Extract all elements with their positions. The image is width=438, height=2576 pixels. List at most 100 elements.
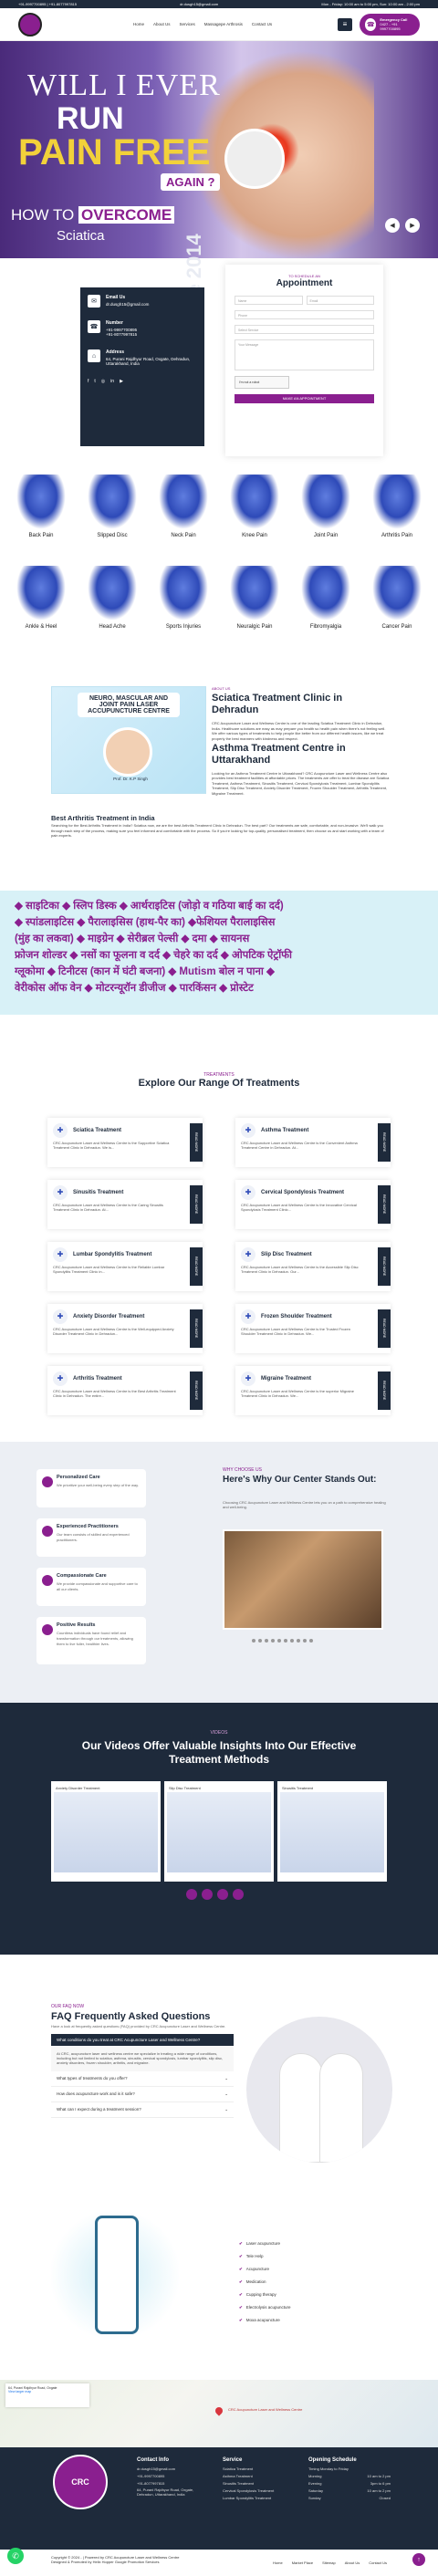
read-more-button[interactable]: READ MORE [378,1185,391,1224]
instagram-icon[interactable]: ◎ [101,379,105,384]
faq-question[interactable]: What can I expect during a treatment ses… [51,2102,234,2118]
read-more-button[interactable]: READ MORE [378,1371,391,1410]
next-icon[interactable] [202,1889,213,1900]
email-field[interactable]: Email [306,296,374,305]
dot[interactable] [284,1639,287,1643]
dot[interactable] [309,1639,313,1643]
menu-icon[interactable]: ≡ [338,17,352,31]
treatment-card[interactable]: ✚ Asthma Treatment CRC Acupuncture Laser a… [235,1118,391,1167]
treatment-card[interactable]: ✚ Migraine Treatment CRC Acupuncture Laser… [235,1366,391,1415]
footer-link[interactable]: About Us [345,2560,360,2565]
credit-text[interactable]: Designed & Promoted by Helix Hopper Goog… [51,2560,179,2564]
footer-service-link[interactable]: Cervical Spondylosis Treatment [223,2487,296,2495]
treatment-card[interactable]: ✚ Sinusitis Treatment CRC Acupuncture Lase… [47,1180,203,1229]
footer-phone[interactable]: +91-8077997815 [137,2480,210,2487]
footer-link[interactable]: Sitemap [322,2560,336,2565]
contact-email[interactable]: dr.dusgh15@gmail.com [106,302,149,307]
condition-item[interactable]: Neck Pain [151,475,215,538]
treatment-card[interactable]: ✚ Sciatica Treatment CRC Acupuncture Laser… [47,1118,203,1167]
video-thumbnail[interactable] [54,1792,158,1872]
dot[interactable] [297,1639,300,1643]
read-more-button[interactable]: READ MORE [190,1123,203,1162]
next-arrow-icon[interactable]: ▶ [405,218,420,233]
read-more-button[interactable]: READ MORE [190,1185,203,1224]
read-more-button[interactable]: READ MORE [378,1247,391,1286]
nav-home[interactable]: Home [133,22,144,26]
dot[interactable] [252,1639,256,1643]
footer-link[interactable]: Contact Us [369,2560,387,2565]
dot[interactable] [303,1639,307,1643]
read-more-button[interactable]: READ MORE [190,1247,203,1286]
footer-service-link[interactable]: Asthma Treatment [223,2473,296,2480]
message-field[interactable]: Your Message [235,339,374,370]
footer-link[interactable]: Market Place [292,2560,313,2565]
condition-item[interactable]: Ankle & Heel [9,566,73,630]
play-icon[interactable] [217,1889,228,1900]
treatment-card[interactable]: ✚ Arthritis Treatment CRC Acupuncture Lase… [47,1366,203,1415]
make-appointment-button[interactable]: MAKE AN APPOINTMENT [235,394,374,403]
map-pin-icon[interactable] [214,2405,224,2416]
footer-service-link[interactable]: Sinusitis Treatment [223,2480,296,2487]
treatment-card[interactable]: ✚ Cervical Spondylosis Treatment CRC Acupu… [235,1180,391,1229]
emergency-call-button[interactable]: ☎ Emergency Call 0427 - +91 9997700895 [360,13,420,36]
footer-service-link[interactable]: Lumbar Spondylitis Treatment [223,2495,296,2502]
youtube-icon[interactable]: ▶ [120,379,123,384]
condition-item[interactable]: Joint Pain [294,475,358,538]
view-larger-map-link[interactable]: View larger map [8,2390,87,2393]
footer-phone[interactable]: +91-9997700895 [137,2473,210,2480]
nav-services[interactable]: Services [180,22,195,26]
nav-contact[interactable]: Contact Us [252,22,272,26]
dot[interactable] [265,1639,268,1643]
name-field[interactable]: Name [235,296,303,305]
condition-item[interactable]: Arthritis Pain [365,475,429,538]
condition-item[interactable]: Slipped Disc [80,475,144,538]
faq-question[interactable]: What types of treatments do you offer? ⌄ [51,2071,234,2087]
twitter-icon[interactable]: t [94,379,95,384]
video-thumbnail[interactable] [167,1792,271,1872]
site-logo[interactable] [18,12,42,37]
video-thumbnail[interactable] [280,1792,384,1872]
scroll-top-icon[interactable]: ↑ [412,2553,425,2566]
location-map[interactable]: 64, Purani Rajdhyur Road, Oxgate View lar… [0,2380,438,2447]
captcha-checkbox[interactable]: I'm not a robot [235,376,289,389]
footer-link[interactable]: Home [273,2560,283,2565]
treatment-card[interactable]: ✚ Frozen Shoulder Treatment CRC Acupunctur… [235,1304,391,1353]
read-more-button[interactable]: READ MORE [190,1371,203,1410]
footer-service-link[interactable]: Sciatica Treatment [223,2466,296,2473]
condition-item[interactable]: Back Pain [9,475,73,538]
contact-number2[interactable]: +91-8077997815 [106,332,137,337]
video-card[interactable]: Sinusitis Treatment [277,1781,387,1882]
topbar-phones[interactable]: +91-9997700895 | +91-8077997815 [18,2,77,6]
condition-item[interactable]: Neuralgic Pain [223,566,287,630]
facebook-icon[interactable]: f [88,379,89,384]
dot[interactable] [290,1639,294,1643]
footer-logo[interactable]: CRC [53,2455,108,2509]
faq-question-open[interactable]: What conditions do you treat at CRC Acup… [51,2034,234,2046]
service-select[interactable]: Select Service [235,325,374,334]
video-card[interactable]: Anxiety Disorder Treatment [51,1781,161,1882]
dot[interactable] [271,1639,275,1643]
prev-arrow-icon[interactable]: ◀ [385,218,400,233]
read-more-button[interactable]: READ MORE [378,1309,391,1348]
nav-about[interactable]: About Us [153,22,171,26]
video-card[interactable]: Slip Disc Treatment [164,1781,274,1882]
read-more-button[interactable]: READ MORE [190,1309,203,1348]
condition-item[interactable]: Sports Injuries [151,566,215,630]
dot[interactable] [258,1639,262,1643]
phone-field[interactable]: Phone [235,310,374,319]
faq-question[interactable]: How does acupuncture work and is it safe… [51,2087,234,2102]
condition-item[interactable]: Knee Pain [223,475,287,538]
topbar-email[interactable]: dr.dusgh15@gmail.com [180,2,218,6]
treatment-card[interactable]: ✚ Slip Disc Treatment CRC Acupuncture Lase… [235,1242,391,1291]
treatment-card[interactable]: ✚ Anxiety Disorder Treatment CRC Acupunctu… [47,1304,203,1353]
footer-email[interactable]: dr.dusgh15@gmail.com [137,2466,210,2473]
condition-item[interactable]: Cancer Pain [365,566,429,630]
more-icon[interactable] [233,1889,244,1900]
treatment-card[interactable]: ✚ Lumbar Spondylitis Treatment CRC Acupunc… [47,1242,203,1291]
nav-massagepe[interactable]: Massagepe Arthrosis [204,22,243,26]
dot[interactable] [277,1639,281,1643]
condition-item[interactable]: Head Ache [80,566,144,630]
linkedin-icon[interactable]: in [110,379,114,384]
whatsapp-icon[interactable]: ✆ [7,2548,24,2564]
read-more-button[interactable]: READ MORE [378,1123,391,1162]
